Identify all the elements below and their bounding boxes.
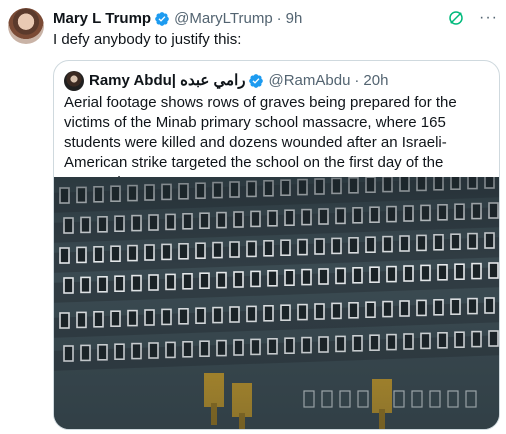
tweet[interactable]: Mary L Trump @MaryLTrump · 9h ··· I defy… (0, 0, 506, 434)
timestamp[interactable]: 9h (286, 10, 303, 28)
grok-icon[interactable] (447, 9, 465, 27)
photo-canvas (54, 177, 499, 429)
quoted-tweet[interactable]: Ramy Abdu| رامي عبده @RamAbdu · 20h Aeri… (53, 60, 500, 430)
verified-badge-icon (249, 74, 264, 88)
display-name[interactable]: Mary L Trump (53, 10, 151, 28)
vignette (54, 177, 499, 429)
separator-dot: · (354, 72, 360, 89)
tweet-actions-top: ··· (447, 9, 498, 27)
aerial-graves-photo[interactable] (54, 177, 499, 429)
tweet-text: I defy anybody to justify this: (53, 31, 242, 48)
handle[interactable]: @MaryLTrump (174, 10, 273, 28)
quote-display-name[interactable]: Ramy Abdu| رامي عبده (89, 72, 245, 90)
separator-dot: · (276, 10, 282, 27)
quote-timestamp[interactable]: 20h (363, 72, 388, 90)
quote-handle[interactable]: @RamAbdu (268, 72, 350, 90)
tweet-header: Mary L Trump @MaryLTrump · 9h (53, 10, 302, 28)
verified-badge-icon (155, 12, 169, 26)
avatar[interactable] (8, 8, 44, 44)
quote-avatar[interactable] (64, 71, 84, 91)
more-icon[interactable]: ··· (479, 10, 498, 26)
quote-header: Ramy Abdu| رامي عبده @RamAbdu · 20h (64, 71, 388, 91)
